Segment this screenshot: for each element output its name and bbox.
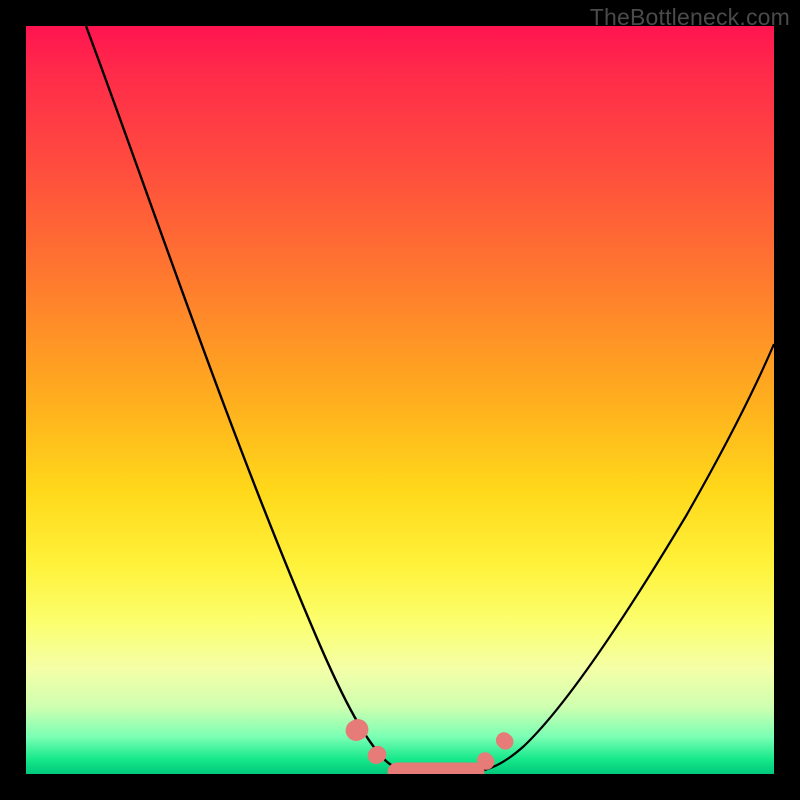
marker-point (493, 730, 516, 753)
plot-area (26, 26, 774, 774)
chart-frame: TheBottleneck.com (0, 0, 800, 800)
curve-right-branch (470, 344, 774, 773)
marker-point-wide (388, 763, 484, 774)
bottleneck-curve (26, 26, 774, 774)
marker-point (365, 743, 389, 766)
curve-left-branch (86, 26, 414, 773)
watermark-text: TheBottleneck.com (590, 4, 790, 31)
marker-group (343, 716, 516, 774)
marker-point (343, 716, 372, 744)
